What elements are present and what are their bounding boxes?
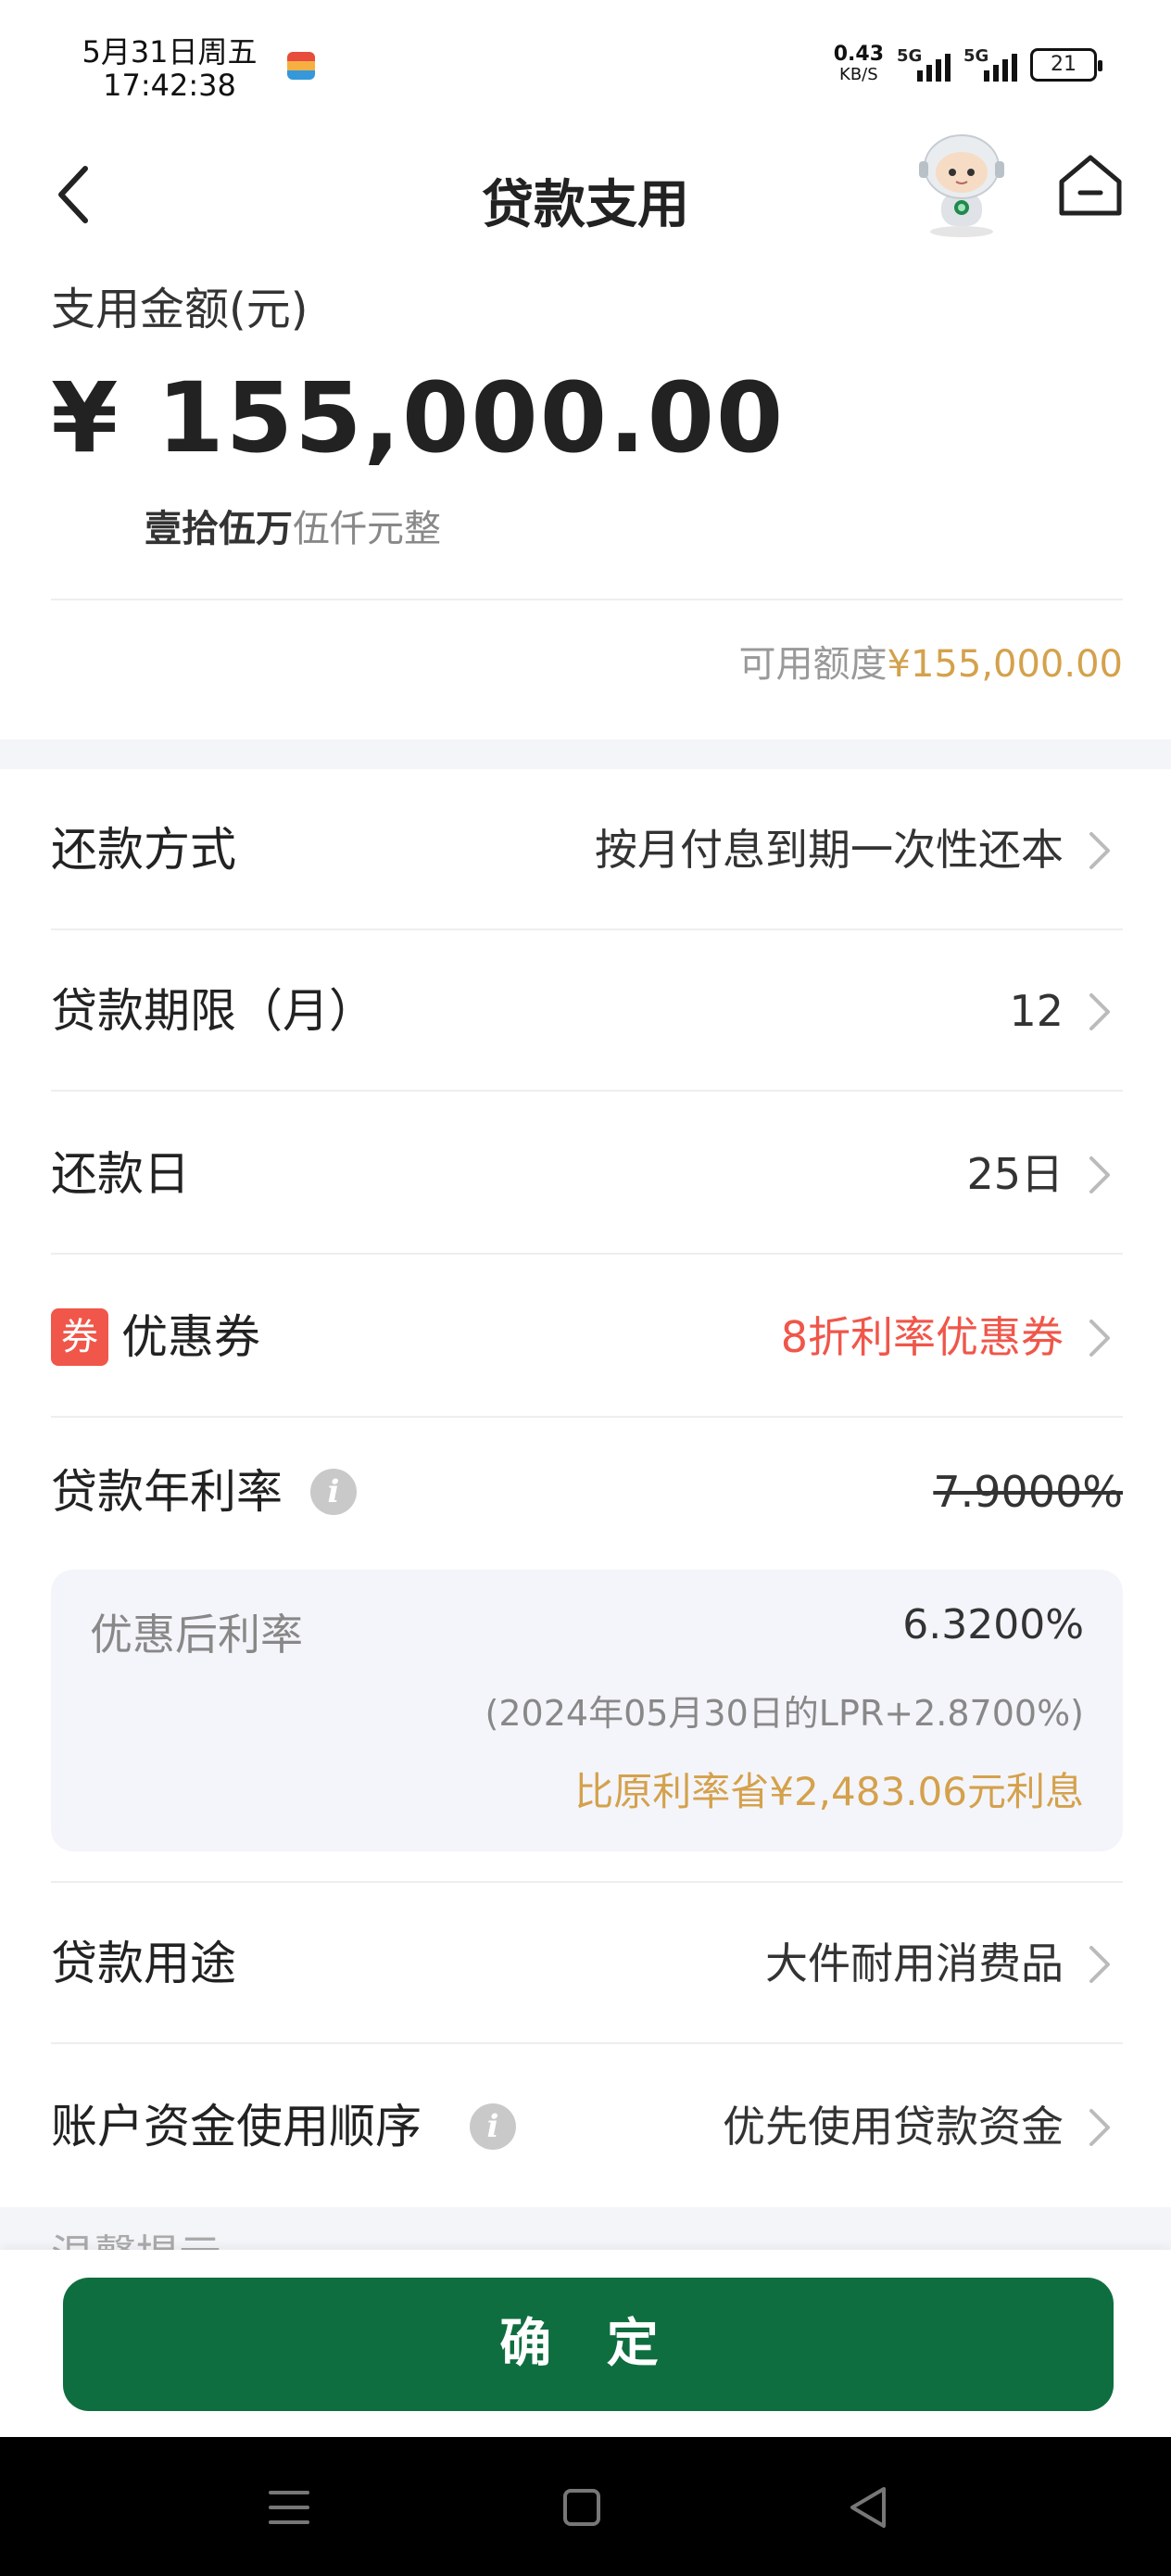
row-repayment-method[interactable]: 还款方式 按月付息到期一次性还本 bbox=[51, 769, 1123, 930]
status-indicators: 0.43 KB/S 5G 5G 21 bbox=[834, 44, 1102, 85]
chevron-right-icon bbox=[1089, 1320, 1110, 1357]
notification-app-icon bbox=[287, 52, 315, 80]
confirm-button[interactable]: 确 定 bbox=[63, 2278, 1114, 2411]
network-speed-value: 0.43 bbox=[833, 43, 884, 66]
nav-bar: 贷款支用 bbox=[0, 130, 1171, 259]
row-repayment-day[interactable]: 还款日 25日 bbox=[51, 1093, 1123, 1255]
interest-saved-note: 比原利率省¥2,483.06元利息 bbox=[574, 1769, 1084, 1814]
row-loan-purpose[interactable]: 贷款用途 大件耐用消费品 bbox=[51, 1883, 1123, 2044]
amount-number: 155,000.00 bbox=[157, 361, 786, 474]
info-icon[interactable]: i bbox=[309, 1468, 357, 1515]
system-navigation-bar bbox=[0, 2437, 1171, 2576]
battery-icon: 21 bbox=[1030, 48, 1102, 82]
divider bbox=[51, 599, 1123, 600]
amount-value[interactable]: ¥155,000.00 bbox=[51, 361, 785, 474]
row-value: 25日 bbox=[966, 1149, 1064, 1199]
row-label: 贷款年利率 i bbox=[51, 1418, 357, 1566]
chevron-right-icon bbox=[1089, 1156, 1110, 1193]
row-annual-rate: 贷款年利率 i 7.9000% bbox=[51, 1418, 1123, 1566]
discounted-rate-label: 优惠后利率 bbox=[90, 1610, 303, 1660]
section-gap bbox=[0, 739, 1171, 769]
row-label: 贷款用途 bbox=[51, 1937, 236, 1990]
available-credit-value: ¥155,000.00 bbox=[887, 643, 1123, 686]
chevron-right-icon bbox=[1089, 832, 1110, 869]
status-time: 17:42:38 bbox=[103, 68, 236, 103]
fund-order-label: 账户资金使用顺序 bbox=[51, 2100, 422, 2153]
row-fund-order[interactable]: 账户资金使用顺序 i 优先使用贷款资金 bbox=[51, 2046, 1123, 2207]
available-credit: 可用额度¥155,000.00 bbox=[739, 634, 1123, 688]
annual-rate-label: 贷款年利率 bbox=[51, 1465, 283, 1519]
lpr-note: (2024年05月30日的LPR+2.8700%) bbox=[485, 1693, 1084, 1734]
coupon-badge: 券 bbox=[51, 1307, 108, 1366]
status-bar: 5月31日周五 17:42:38 0.43 KB/S 5G 5G 21 bbox=[0, 0, 1171, 130]
chevron-right-icon bbox=[1089, 1946, 1110, 1983]
amount-chinese: 壹拾伍万伍仟元整 bbox=[145, 499, 441, 552]
coupon-label: 优惠券 bbox=[121, 1310, 260, 1364]
amount-chinese-strong: 壹拾伍万 bbox=[145, 508, 293, 550]
row-label: 账户资金使用顺序 i bbox=[51, 2046, 516, 2207]
row-label: 券优惠券 bbox=[51, 1256, 260, 1418]
battery-level: 21 bbox=[1051, 53, 1077, 76]
bottom-action-bar: 确 定 bbox=[0, 2250, 1171, 2437]
home-icon[interactable] bbox=[1054, 148, 1127, 221]
robot-assistant-icon[interactable] bbox=[906, 130, 1017, 239]
row-coupon[interactable]: 券优惠券 8折利率优惠券 bbox=[51, 1256, 1123, 1418]
row-value: 按月付息到期一次性还本 bbox=[595, 825, 1064, 875]
amount-section: 支用金额(元) ¥155,000.00 壹拾伍万伍仟元整 可用额度¥155,00… bbox=[0, 259, 1171, 739]
row-value: 优先使用贷款资金 bbox=[723, 2102, 1064, 2152]
amount-label: 支用金额(元) bbox=[51, 284, 308, 335]
status-date: 5月31日周五 bbox=[82, 34, 258, 69]
row-label: 贷款期限（月） bbox=[51, 984, 375, 1038]
coupon-value: 8折利率优惠券 bbox=[780, 1312, 1064, 1362]
row-value: 大件耐用消费品 bbox=[765, 1938, 1064, 1989]
discounted-rate-value: 6.3200% bbox=[902, 1601, 1084, 1648]
available-credit-label: 可用额度 bbox=[738, 643, 888, 686]
status-datetime: 5月31日周五 17:42:38 bbox=[82, 35, 258, 102]
back-triangle-icon[interactable] bbox=[841, 2481, 897, 2533]
currency-symbol: ¥ bbox=[51, 361, 120, 474]
row-value: 12 bbox=[1009, 986, 1064, 1036]
menu-icon[interactable] bbox=[261, 2481, 317, 2533]
chevron-right-icon bbox=[1089, 2109, 1110, 2146]
sim2-signal-icon: 5G bbox=[963, 46, 1017, 83]
original-rate: 7.9000% bbox=[933, 1467, 1123, 1517]
row-label: 还款日 bbox=[51, 1147, 190, 1201]
square-icon[interactable] bbox=[554, 2481, 610, 2533]
row-label: 还款方式 bbox=[51, 823, 236, 877]
sim1-signal-icon: 5G bbox=[897, 46, 951, 83]
row-loan-term[interactable]: 贷款期限（月） 12 bbox=[51, 930, 1123, 1092]
network-speed-unit: KB/S bbox=[839, 65, 878, 84]
chevron-right-icon bbox=[1089, 993, 1110, 1030]
network-speed: 0.43 KB/S bbox=[834, 44, 884, 85]
info-icon[interactable]: i bbox=[469, 2102, 516, 2150]
discounted-rate-box: 优惠后利率 6.3200% (2024年05月30日的LPR+2.8700%) … bbox=[51, 1570, 1123, 1851]
amount-chinese-light: 伍仟元整 bbox=[293, 508, 441, 550]
tips-title: 温馨提示 bbox=[51, 2222, 221, 2250]
